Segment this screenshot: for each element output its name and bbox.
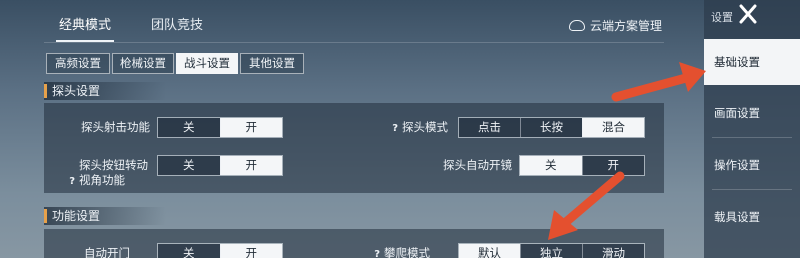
arrow-to-independent bbox=[548, 171, 625, 240]
arrow-to-basic-settings bbox=[611, 62, 706, 102]
annotation-arrows bbox=[548, 62, 706, 240]
